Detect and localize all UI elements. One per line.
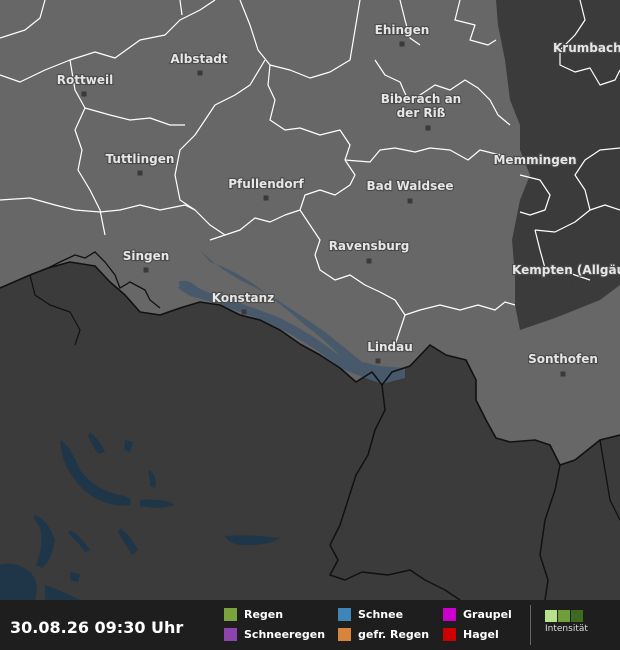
intensity-scale: Intensität	[545, 610, 605, 634]
intensity-bars	[545, 610, 605, 622]
legend-item-graupel: Graupel	[443, 608, 512, 621]
city-label-tuttlingen: Tuttlingen	[106, 152, 175, 166]
city-dot-ehingen	[399, 41, 405, 47]
city-dot-lindau	[375, 358, 381, 364]
legend-label-gefr-regen: gefr. Regen	[358, 628, 430, 641]
legend-divider	[530, 605, 531, 645]
legend-item-gefr-regen: gefr. Regen	[338, 628, 429, 641]
city-label-krumbach: Krumbach	[553, 41, 620, 55]
city-dot-memmingen	[532, 171, 538, 177]
legend-swatch-schnee	[338, 608, 351, 621]
city-label-konstanz: Konstanz	[212, 291, 274, 305]
city-label-memmingen: Memmingen	[493, 153, 576, 167]
city-dot-krumbach	[582, 59, 588, 65]
intensity-low	[545, 610, 557, 622]
city-dot-bad-waldsee	[407, 198, 413, 204]
city-dot-sonthofen	[560, 371, 566, 377]
weather-map: Ehingen Krumbach Albstadt Rottweil Biberach …	[0, 0, 620, 600]
city-dot-albstadt	[197, 70, 203, 76]
intensity-label: Intensität	[545, 624, 588, 634]
city-label-singen: Singen	[123, 249, 170, 263]
city-dot-pfullendorf	[263, 195, 269, 201]
city-dot-ravensburg	[366, 258, 372, 264]
city-label-sonthofen: Sonthofen	[528, 352, 598, 366]
legend-item-hagel: Hagel	[443, 628, 499, 641]
city-dot-tuttlingen	[137, 170, 143, 176]
legend-swatch-gefr-regen	[338, 628, 351, 641]
intensity-mid	[558, 610, 570, 622]
city-label-biberach-line2: der Riß	[397, 106, 446, 120]
legend-label-schneeregen: Schneeregen	[244, 628, 326, 641]
city-label-albstadt: Albstadt	[170, 52, 228, 66]
legend-swatch-graupel	[443, 608, 456, 621]
legend-label-graupel: Graupel	[463, 608, 512, 621]
city-label-biberach: Biberach an	[381, 92, 461, 106]
timestamp: 30.08.26 09:30 Uhr	[10, 618, 184, 637]
legend-swatch-regen	[224, 608, 237, 621]
legend-item-regen: Regen	[224, 608, 283, 621]
city-dot-konstanz	[241, 309, 247, 315]
legend-label-hagel: Hagel	[463, 628, 499, 641]
legend-label-regen: Regen	[244, 608, 284, 621]
city-dot-singen	[143, 267, 149, 273]
intensity-high	[571, 610, 583, 622]
city-label-kempten: Kempten (Allgäu)	[512, 263, 620, 277]
city-dot-kempten	[569, 281, 575, 287]
city-label-pfullendorf: Pfullendorf	[228, 177, 304, 191]
city-dot-biberach	[425, 125, 431, 131]
city-label-lindau: Lindau	[367, 340, 413, 354]
city-label-ehingen: Ehingen	[375, 23, 430, 37]
legend-swatch-hagel	[443, 628, 456, 641]
legend-item-schneeregen: Schneeregen	[224, 628, 325, 641]
legend-swatch-schneeregen	[224, 628, 237, 641]
legend-item-schnee: Schnee	[338, 608, 403, 621]
legend-label-schnee: Schnee	[358, 608, 404, 621]
city-dot-rottweil	[81, 91, 87, 97]
legend-bar: 30.08.26 09:30 Uhr Regen Schneeregen Sch…	[0, 600, 620, 650]
city-label-rottweil: Rottweil	[57, 73, 113, 87]
city-label-ravensburg: Ravensburg	[329, 239, 410, 253]
city-label-bad-waldsee: Bad Waldsee	[366, 179, 453, 193]
